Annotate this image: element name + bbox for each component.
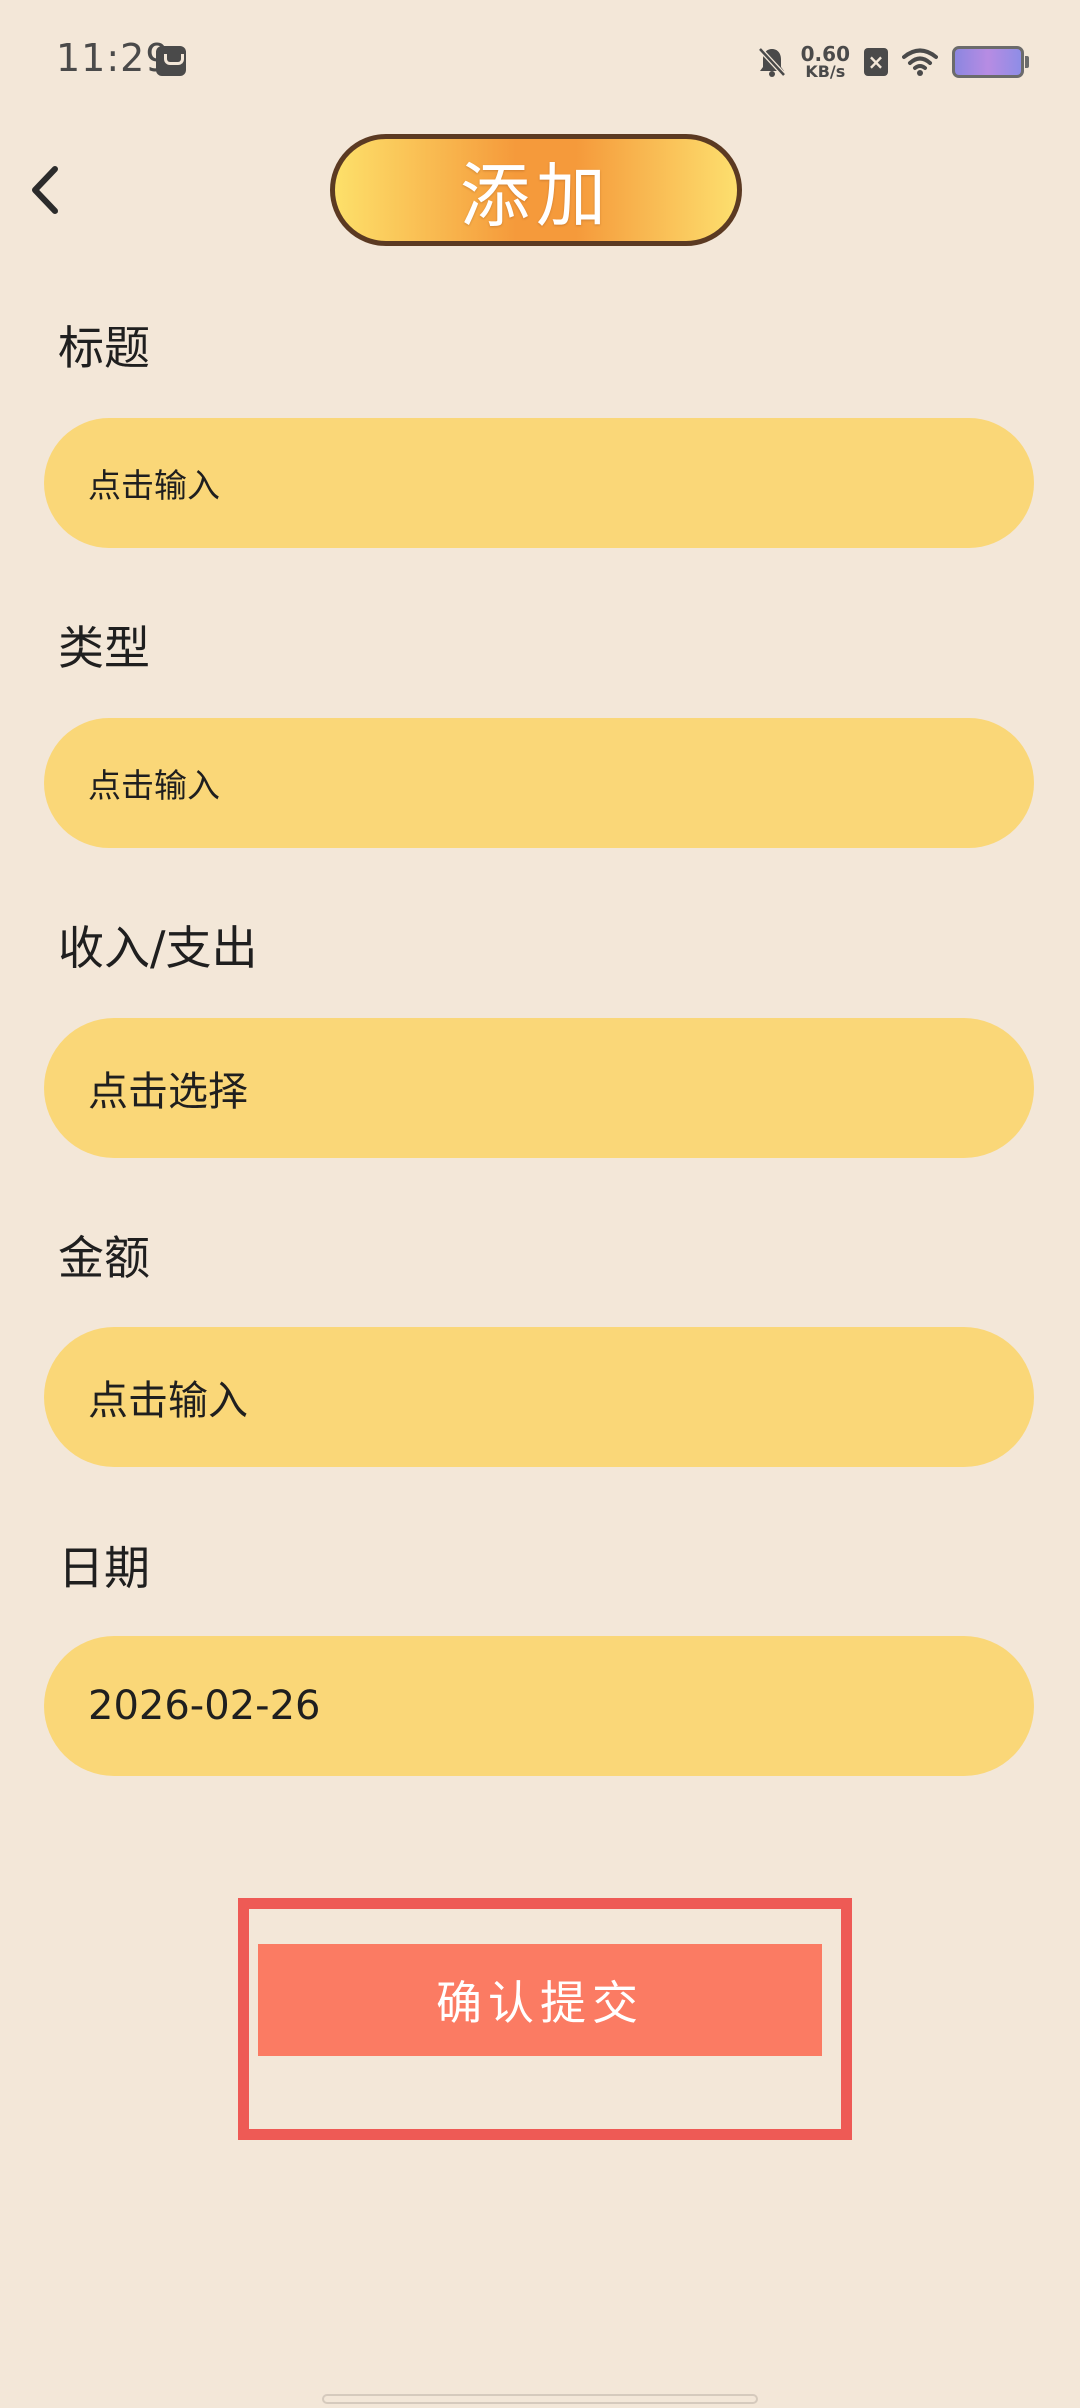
network-speed: 0.60 KB/s bbox=[801, 44, 850, 80]
title-input[interactable]: 点击输入 bbox=[44, 418, 1034, 548]
bell-off-icon bbox=[757, 46, 787, 78]
status-time: 11:29 bbox=[56, 36, 171, 80]
amount-input[interactable]: 点击输入 bbox=[44, 1327, 1034, 1467]
status-icons: 0.60 KB/s × bbox=[757, 40, 1029, 84]
date-input-value: 2026-02-26 bbox=[88, 1683, 321, 1729]
date-label: 日期 bbox=[58, 1541, 150, 1595]
title-input-placeholder: 点击输入 bbox=[88, 466, 220, 505]
page-title: 添加 bbox=[460, 154, 612, 237]
shopping-bag-icon bbox=[156, 46, 186, 76]
home-indicator[interactable] bbox=[322, 2394, 758, 2404]
status-bar: 11:29 0.60 KB/s × bbox=[0, 0, 1080, 128]
type-input[interactable]: 点击输入 bbox=[44, 718, 1034, 848]
submit-button[interactable]: 确认提交 bbox=[258, 1944, 822, 2056]
type-input-placeholder: 点击输入 bbox=[88, 766, 220, 805]
income-expense-placeholder: 点击选择 bbox=[88, 1069, 248, 1115]
type-label: 类型 bbox=[58, 621, 150, 675]
battery-icon bbox=[952, 46, 1029, 78]
wifi-icon bbox=[902, 48, 938, 76]
page-title-badge: 添加 bbox=[330, 134, 742, 246]
amount-label: 金额 bbox=[58, 1231, 150, 1285]
back-button[interactable] bbox=[14, 160, 74, 220]
income-expense-label: 收入/支出 bbox=[58, 921, 258, 975]
network-speed-value: 0.60 bbox=[800, 42, 850, 66]
network-speed-unit: KB/s bbox=[805, 62, 846, 81]
date-input[interactable]: 2026-02-26 bbox=[44, 1636, 1034, 1776]
amount-input-placeholder: 点击输入 bbox=[88, 1378, 248, 1424]
title-label: 标题 bbox=[58, 321, 150, 375]
income-expense-select[interactable]: 点击选择 bbox=[44, 1018, 1034, 1158]
chevron-left-icon bbox=[32, 166, 58, 214]
no-sim-icon: × bbox=[864, 48, 888, 76]
